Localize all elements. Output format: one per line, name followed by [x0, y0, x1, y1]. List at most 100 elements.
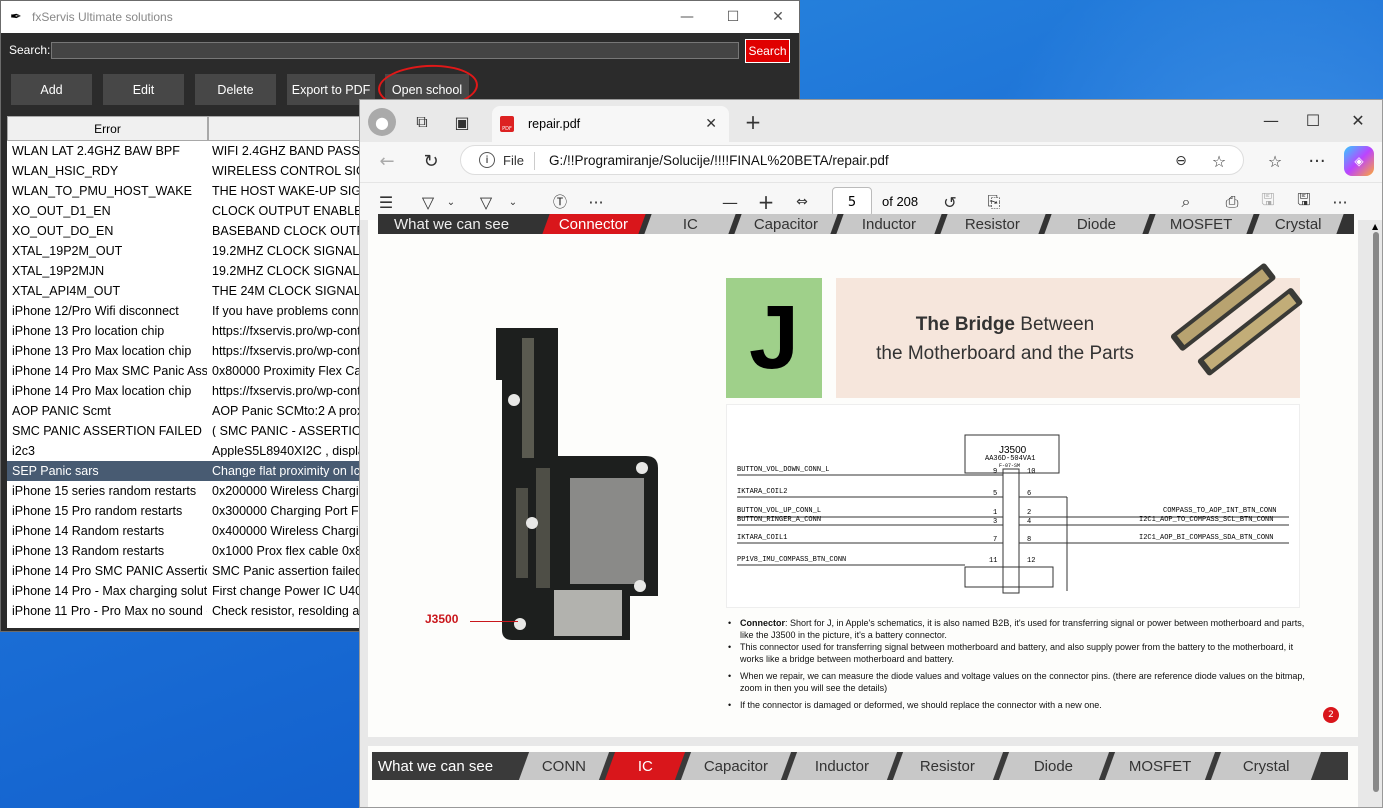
copilot-icon[interactable]: ◈ [1344, 146, 1374, 176]
strip-item-crystal: Crystal [1210, 752, 1322, 780]
vertical-tabs-icon[interactable]: ▣ [450, 110, 474, 134]
table-row[interactable]: iPhone 15 series random restarts 0x200000… [7, 481, 367, 501]
pin-number: 12 [1027, 557, 1036, 565]
pin-number: 5 [993, 490, 998, 498]
cell-description: 19.2MHZ CLOCK SIGNAL OU [212, 245, 367, 257]
page-count: of 208 [882, 194, 919, 209]
cell-description: 0x400000 Wireless Charging 0x100000 Char… [212, 525, 367, 537]
table-row[interactable]: WLAN_TO_PMU_HOST_WAKE THE HOST WAKE-UP SI… [7, 181, 367, 201]
cell-error: iPhone 15 Pro random restarts [12, 504, 183, 518]
add-button[interactable]: Add [11, 74, 92, 105]
page-view-icon[interactable]: ⎘ [982, 190, 1006, 214]
scroll-up-icon[interactable]: ▲ [1372, 222, 1380, 231]
more-icon[interactable]: ··· [1304, 148, 1330, 174]
fit-width-icon[interactable]: ⇔ [790, 190, 814, 214]
table-row[interactable]: SEP Panic sars Change flat proximity on I… [7, 461, 367, 481]
rotate-icon[interactable]: ↺ [938, 190, 962, 214]
j3500-label: J3500 [425, 612, 459, 626]
delete-button[interactable]: Delete [195, 74, 276, 105]
table-row[interactable]: XTAL_19P2MJN 19.2MHZ CLOCK SIGNAL IN [7, 261, 367, 281]
draw-icon[interactable]: ▽ [474, 190, 498, 214]
url-text[interactable]: G:/!!Programiranje/Solucije/!!!!FINAL%20… [549, 153, 889, 168]
section-banner: The Bridge Between the Motherboard and th… [836, 263, 1303, 398]
more-icon[interactable]: ··· [1328, 190, 1352, 214]
cell-description: First change Power IC U400 [212, 585, 367, 597]
print-icon[interactable]: ⎙ [1220, 190, 1244, 214]
cell-error: iPhone 11 Pro - Pro Max no sound ca [12, 604, 207, 618]
text-icon[interactable]: Ⓣ [548, 190, 572, 214]
table-row[interactable]: XO_OUT_D1_EN CLOCK OUTPUT ENABLE SIG [7, 201, 367, 221]
page-number-input[interactable]: 5 [832, 187, 872, 217]
column-header-error[interactable]: Error [7, 116, 208, 141]
table-row[interactable]: iPhone 15 Pro random restarts 0x300000 Ch… [7, 501, 367, 521]
scroll-thumb[interactable] [1373, 232, 1379, 792]
workspaces-icon[interactable]: ⧉ [410, 110, 434, 134]
column-header-description[interactable] [208, 116, 367, 141]
zoom-out-button[interactable]: — [718, 190, 742, 214]
table-row[interactable]: i2c3 AppleS5L8940XI2C , display- [7, 441, 367, 461]
edge-window: ● ⧉ ▣ PDF repair.pdf ✕ + — ☐ ✕ ← ↻ i Fil… [359, 99, 1383, 808]
strip-item-capacitor: Capacitor [734, 214, 838, 234]
table-row[interactable]: iPhone 14 Pro - Max charging solutic Firs… [7, 581, 367, 601]
highlight-icon[interactable]: ▽ [416, 190, 440, 214]
cell-description: If you have problems conne SOLUTION [212, 305, 367, 317]
back-icon[interactable]: ← [374, 148, 400, 174]
table-row[interactable]: XO_OUT_DO_EN BASEBAND CLOCK OUTPUT [7, 221, 367, 241]
tab-repair-pdf[interactable]: PDF repair.pdf ✕ [492, 106, 729, 142]
table-row[interactable]: iPhone 13 Pro location chip https://fxser… [7, 321, 367, 341]
refresh-icon[interactable]: ↻ [418, 148, 444, 174]
info-icon[interactable]: i [479, 152, 495, 168]
contents-icon[interactable]: ☰ [374, 190, 398, 214]
new-tab-icon[interactable]: + [740, 109, 766, 135]
table-row[interactable]: XTAL_19P2M_OUT 19.2MHZ CLOCK SIGNAL OU [7, 241, 367, 261]
strip-item-diode: Diode [998, 752, 1110, 780]
table-row[interactable]: WLAN LAT 2.4GHZ BAW BPF WIFI 2.4GHZ BAND … [7, 141, 367, 161]
table-row[interactable]: iPhone 14 Pro Max location chip https://f… [7, 381, 367, 401]
pdf-viewer[interactable]: What we can see Connector IC Capacitor I… [360, 214, 1382, 807]
section-letter: J [726, 278, 822, 398]
cell-description: 19.2MHZ CLOCK SIGNAL IN [212, 265, 367, 277]
maximize-button[interactable]: ☐ [710, 1, 756, 33]
close-button[interactable]: ✕ [755, 1, 801, 33]
pin-number: 1 [993, 509, 998, 517]
zoom-in-button[interactable]: + [754, 190, 778, 214]
minimize-button[interactable]: — [1256, 108, 1286, 132]
table-row[interactable]: iPhone 12/Pro Wifi disconnect If you have… [7, 301, 367, 321]
close-button[interactable]: ✕ [1343, 108, 1373, 132]
net-label: I2C1_AOP_TO_COMPASS_SCL_BTN_CONN [1139, 516, 1274, 524]
schematic-part: AA36D-504VA1 [985, 455, 1036, 463]
favorite-star-icon[interactable]: ☆ [1207, 149, 1231, 173]
table-row[interactable]: AOP PANIC Scmt AOP Panic SCMto:2 A proxim [7, 401, 367, 421]
close-tab-icon[interactable]: ✕ [705, 116, 717, 132]
table-row[interactable]: iPhone 14 Pro Max SMC Panic Assert 0x8000… [7, 361, 367, 381]
minimize-button[interactable]: — [664, 1, 710, 33]
maximize-button[interactable]: ☐ [1298, 108, 1328, 132]
divider [534, 152, 535, 170]
edit-button[interactable]: Edit [103, 74, 184, 105]
table-row[interactable]: iPhone 13 Pro Max location chip https://f… [7, 341, 367, 361]
search-icon[interactable]: ⌕ [1174, 190, 1198, 214]
profile-icon[interactable]: ● [368, 108, 396, 136]
bullet-connector: Connector: Short for J, in Apple's schem… [726, 618, 1306, 641]
address-bar[interactable]: i File G:/!!Programiranje/Solucije/!!!!F… [460, 145, 1244, 175]
table-row[interactable]: iPhone 14 Pro SMC PANIC Assertion SMC Pan… [7, 561, 367, 581]
chevron-down-icon[interactable]: ⌄ [506, 190, 520, 214]
favorites-icon[interactable]: ☆ [1262, 148, 1288, 174]
strip-item-capacitor: Capacitor [680, 752, 792, 780]
table-row[interactable]: iPhone 11 Pro - Pro Max no sound ca Check… [7, 601, 367, 621]
save-as-icon[interactable]: 🖫 [1292, 190, 1316, 214]
save-icon[interactable]: 🖫 [1256, 190, 1280, 214]
scrollbar[interactable]: ▲ [1372, 220, 1380, 807]
cell-description: WIFI 2.4GHZ BAND PASS FIL [212, 145, 367, 157]
table-row[interactable]: XTAL_API4M_OUT THE 24M CLOCK SIGNAL OU [7, 281, 367, 301]
error-table[interactable]: Error WLAN LAT 2.4GHZ BAW BPF WIFI 2.4GHZ… [7, 116, 367, 628]
search-input[interactable] [51, 42, 739, 59]
more-tools-icon[interactable]: ··· [584, 190, 608, 214]
table-row[interactable]: SMC PANIC ASSERTION FAILED ( SMC PANIC - … [7, 421, 367, 441]
chevron-down-icon[interactable]: ⌄ [444, 190, 458, 214]
zoom-out-icon[interactable]: ⊖ [1169, 149, 1193, 173]
table-row[interactable]: iPhone 14 Random restarts 0x400000 Wirele… [7, 521, 367, 541]
table-row[interactable]: WLAN_HSIC_RDY WIRELESS CONTROL SIGNAL [7, 161, 367, 181]
table-row[interactable]: iPhone 13 Random restarts 0x1000 Prox fle… [7, 541, 367, 561]
search-button[interactable]: Search [745, 39, 790, 63]
